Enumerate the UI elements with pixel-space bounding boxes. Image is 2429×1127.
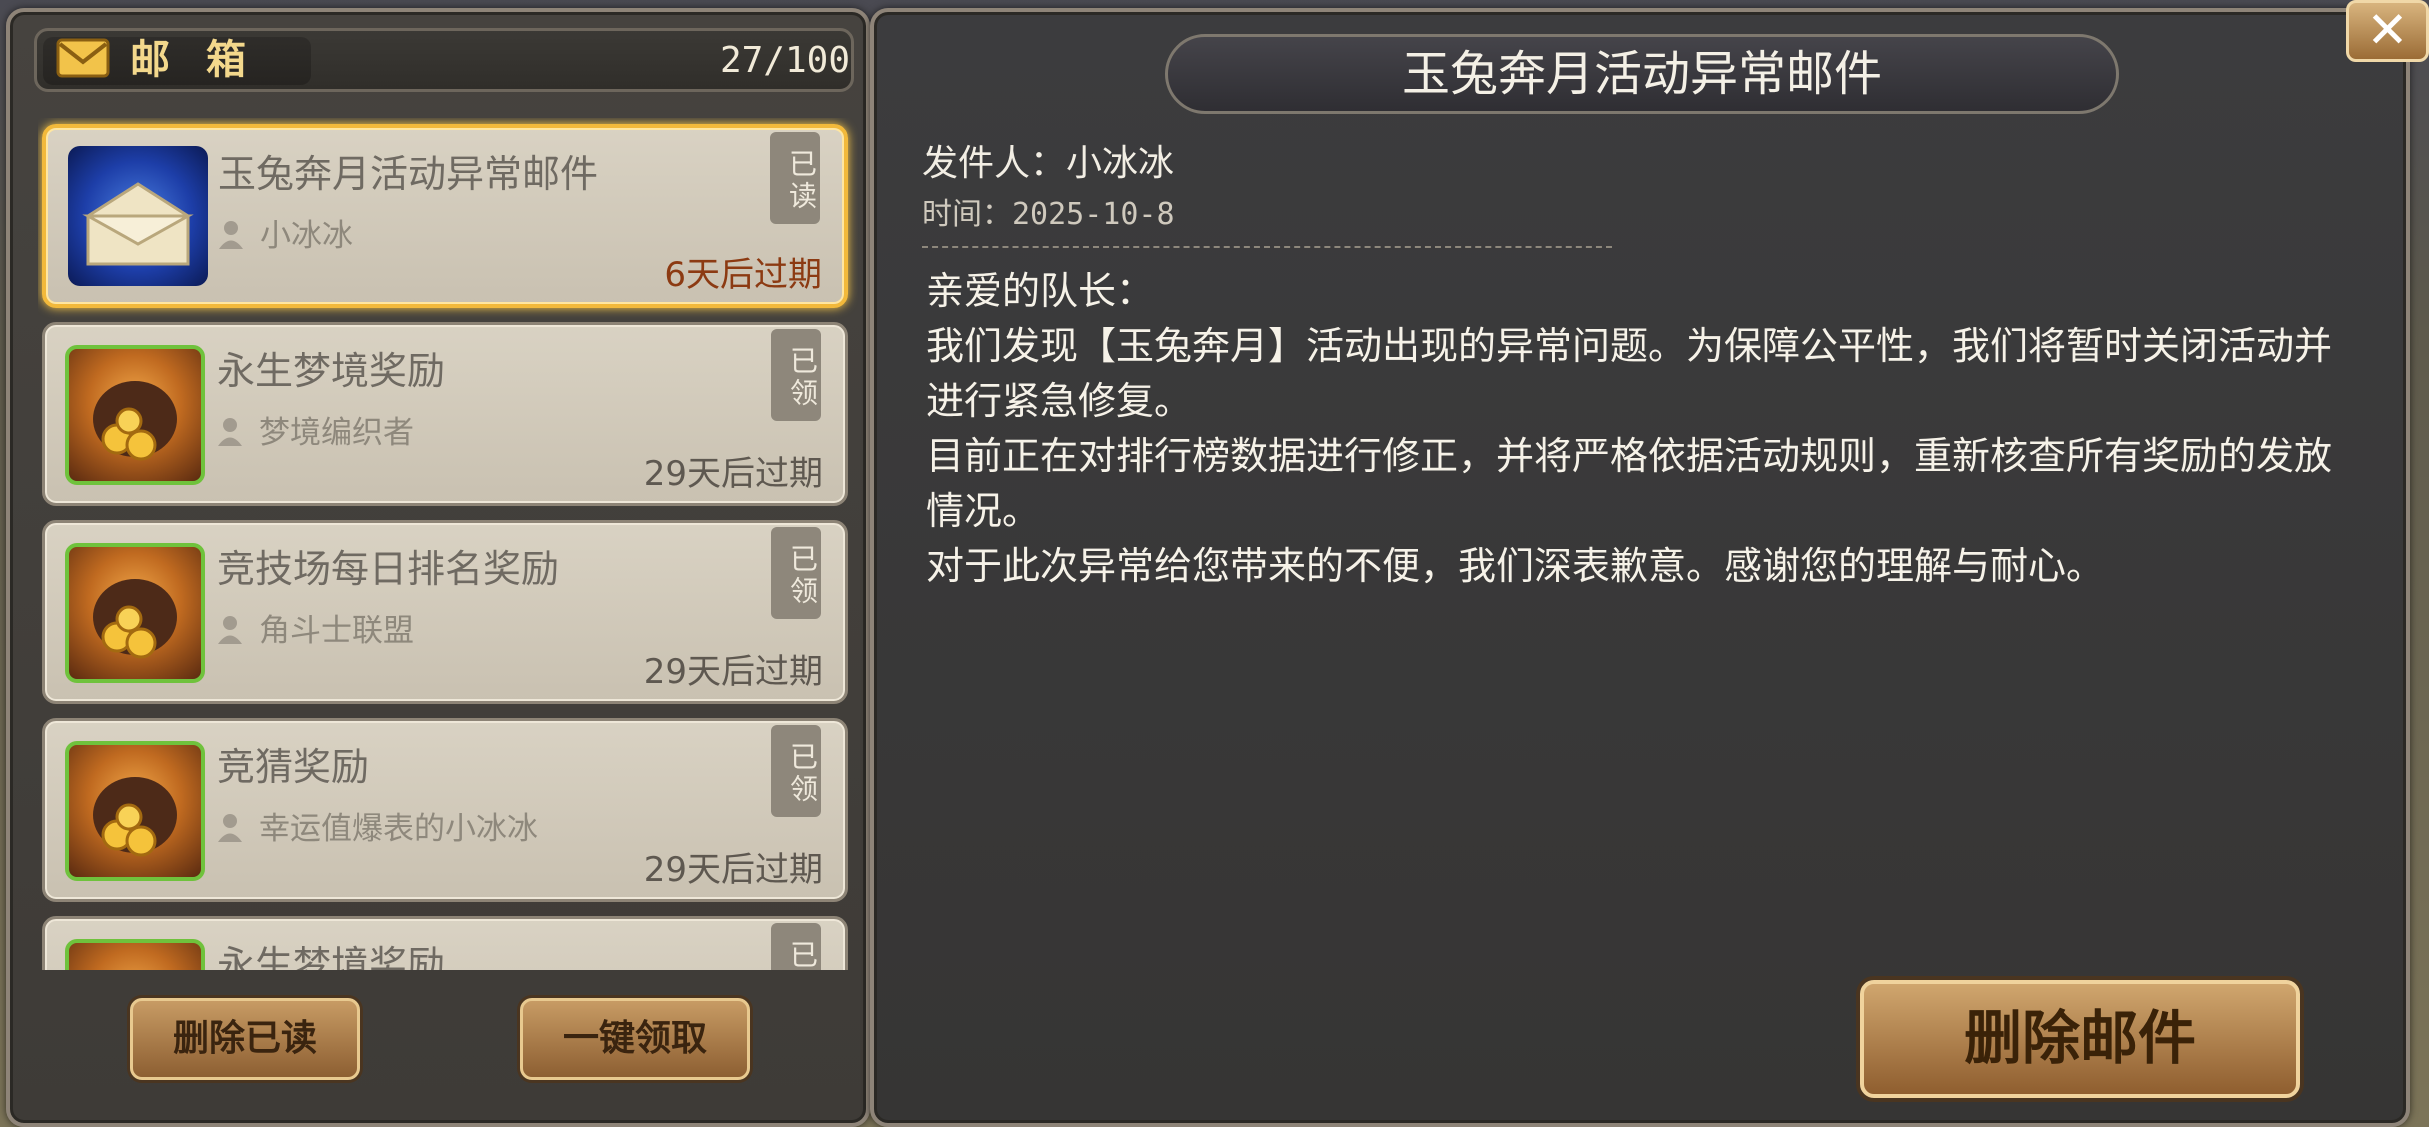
gold-bag-icon [65, 543, 205, 683]
mail-list-item[interactable]: 玉兔奔月活动异常邮件 小冰冰 6天后过期 已读 [42, 124, 848, 308]
mail-title: 玉兔奔月活动异常邮件 [1401, 46, 1882, 102]
status-badge: 已领 [771, 527, 821, 619]
person-icon [218, 814, 242, 842]
close-button[interactable]: ✕ [2346, 0, 2429, 62]
mail-body: 亲爱的队长： 我们发现【玉兔奔月】活动出现的异常问题。为保障公平性，我们将暂时关… [926, 264, 2346, 594]
mail-list-item[interactable]: 竞技场每日排名奖励 角斗士联盟 29天后过期 已领 [42, 520, 848, 704]
close-icon: ✕ [2366, 1, 2409, 59]
gold-bag-icon [65, 939, 205, 970]
mail-item-title: 竞猜奖励 [217, 745, 370, 789]
mail-item-sender: 梦境编织者 [259, 415, 414, 451]
person-icon [219, 221, 243, 249]
mail-item-title: 玉兔奔月活动异常邮件 [218, 152, 599, 196]
mail-body-greeting: 亲爱的队长： [926, 269, 1155, 313]
gold-bag-icon [65, 345, 205, 485]
delete-mail-button[interactable]: 删除邮件 [1860, 980, 2300, 1098]
mail-list-item[interactable]: 竞猜奖励 幸运值爆表的小冰冰 29天后过期 已领 [42, 718, 848, 902]
mailbox-title: 邮箱 [130, 37, 282, 83]
mail-item-sender: 小冰冰 [260, 218, 353, 254]
mail-item-expiry: 29天后过期 [643, 850, 823, 890]
mail-item-title: 竞技场每日排名奖励 [217, 547, 560, 591]
mail-item-title: 永生梦境奖励 [217, 349, 446, 393]
status-badge: 已读 [770, 132, 820, 224]
mail-list[interactable]: 玉兔奔月活动异常邮件 小冰冰 6天后过期 已读 永生梦境奖励 梦境编织者 29天… [38, 118, 858, 970]
mail-item-sender: 角斗士联盟 [259, 613, 414, 649]
person-icon [218, 418, 242, 446]
mail-count: 27/100 [719, 40, 850, 81]
mail-item-expiry: 29天后过期 [643, 652, 823, 692]
mail-list-item[interactable]: 永生梦境奖励 梦境编织者 29天后过期 已领 [42, 322, 848, 506]
mail-item-expiry: 6天后过期 [664, 255, 822, 295]
mail-body-paragraph: 目前正在对排行榜数据进行修正，并将严格依据活动规则，重新核查所有奖励的发放情况。 [926, 434, 2333, 533]
mail-time: 时间：2025-10-8 [922, 197, 1175, 232]
mail-item-sender: 幸运值爆表的小冰冰 [259, 811, 538, 847]
status-badge: 已领 [771, 329, 821, 421]
status-badge: 已领 [771, 923, 821, 970]
mail-body-paragraph: 对于此次异常给您带来的不便，我们深表歉意。感谢您的理解与耐心。 [926, 544, 2105, 588]
person-icon [218, 616, 242, 644]
envelope-icon [68, 146, 208, 286]
mail-sender: 发件人：小冰冰 [922, 143, 1175, 184]
mail-item-expiry: 29天后过期 [643, 454, 823, 494]
delete-read-button[interactable]: 删除已读 [130, 998, 360, 1080]
mail-item-title: 永生梦境奖励 [217, 943, 446, 970]
claim-all-button[interactable]: 一键领取 [520, 998, 750, 1080]
mail-list-item[interactable]: 永生梦境奖励 已领 [42, 916, 848, 970]
mail-icon [56, 38, 110, 78]
mail-body-paragraph: 我们发现【玉兔奔月】活动出现的异常问题。为保障公平性，我们将暂时关闭活动并进行紧… [926, 324, 2333, 423]
status-badge: 已领 [771, 725, 821, 817]
gold-bag-icon [65, 741, 205, 881]
divider [922, 246, 1612, 248]
